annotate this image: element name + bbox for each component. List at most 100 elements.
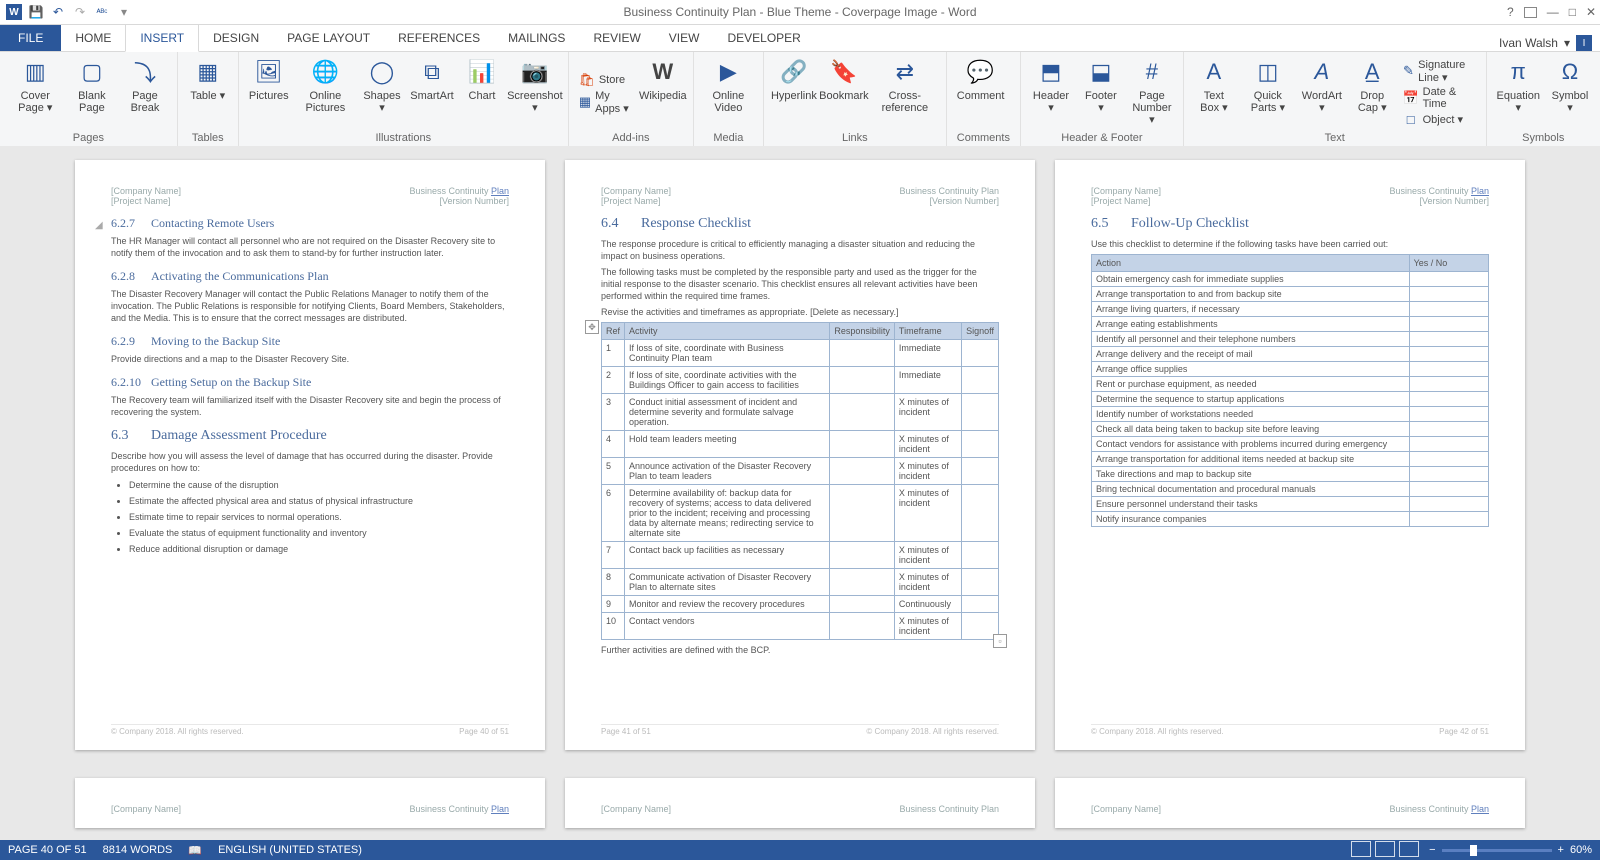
table-button[interactable]: ▦Table ▾	[188, 56, 228, 130]
page-41[interactable]: [Company Name][Project Name] Business Co…	[565, 160, 1035, 750]
page-number-button[interactable]: #Page Number ▾	[1131, 56, 1173, 130]
group-label: Add-ins	[579, 132, 683, 144]
table-resize-handle-icon[interactable]: ▫	[993, 634, 1007, 648]
zoom-out-icon[interactable]: −	[1429, 844, 1435, 856]
table-row: 5Announce activation of the Disaster Rec…	[602, 458, 999, 485]
signature-line-button[interactable]: ✎Signature Line ▾	[1403, 59, 1476, 84]
file-tab[interactable]: FILE	[0, 25, 61, 51]
online-video-button[interactable]: ▶Online Video	[704, 56, 753, 130]
date-time-button[interactable]: 📅Date & Time	[1403, 86, 1476, 110]
list-item: Evaluate the status of equipment functio…	[129, 526, 509, 540]
status-page[interactable]: PAGE 40 OF 51	[8, 844, 87, 856]
help-icon[interactable]: ?	[1507, 5, 1514, 19]
window-title: Business Continuity Plan - Blue Theme - …	[0, 5, 1600, 19]
zoom-thumb-icon[interactable]	[1470, 845, 1477, 856]
status-language[interactable]: ENGLISH (UNITED STATES)	[218, 844, 362, 856]
drop-cap-button[interactable]: A̲Drop Cap ▾	[1352, 56, 1393, 130]
table-row: Arrange transportation to and from backu…	[1092, 287, 1489, 302]
zoom-value[interactable]: 60%	[1570, 844, 1592, 856]
body-text: The HR Manager will contact all personne…	[111, 235, 509, 259]
tab-view[interactable]: VIEW	[655, 25, 714, 51]
status-words[interactable]: 8814 WORDS	[103, 844, 173, 856]
pictures-button[interactable]: 🖼Pictures	[249, 56, 289, 130]
tab-home[interactable]: HOME	[61, 25, 125, 51]
tab-page-layout[interactable]: PAGE LAYOUT	[273, 25, 384, 51]
list-item: Estimate the affected physical area and …	[129, 494, 509, 508]
collapse-caret-icon[interactable]: ◢	[95, 220, 103, 231]
minimize-icon[interactable]: —	[1547, 5, 1559, 19]
quick-parts-button[interactable]: ◫Quick Parts ▾	[1244, 56, 1292, 130]
online-pictures-icon: 🌐	[309, 56, 341, 88]
signature-icon: ✎	[1403, 63, 1415, 79]
view-mode-buttons[interactable]	[1347, 841, 1419, 860]
bookmark-icon: 🔖	[828, 56, 860, 88]
table-row: 2If loss of site, coordinate activities …	[602, 367, 999, 394]
wikipedia-button[interactable]: WWikipedia	[643, 56, 683, 130]
table-row: Check all data being taken to backup sit…	[1092, 422, 1489, 437]
object-button[interactable]: □Object ▾	[1403, 112, 1476, 128]
smartart-button[interactable]: ⧉SmartArt	[412, 56, 452, 130]
table-row: Identify number of workstations needed	[1092, 407, 1489, 422]
followup-checklist-table[interactable]: ActionYes / NoObtain emergency cash for …	[1091, 254, 1489, 527]
body-text: Provide directions and a map to the Disa…	[111, 353, 509, 365]
page-42[interactable]: [Company Name][Project Name] Business Co…	[1055, 160, 1525, 750]
maximize-icon[interactable]: □	[1569, 5, 1576, 19]
footer-button[interactable]: ⬓Footer ▾	[1081, 56, 1121, 130]
hyperlink-button[interactable]: 🔗Hyperlink	[774, 56, 814, 130]
chart-button[interactable]: 📊Chart	[462, 56, 502, 130]
table-move-handle-icon[interactable]: ✥	[585, 320, 599, 334]
zoom-track[interactable]	[1442, 849, 1552, 852]
group-label: Header & Footer	[1031, 132, 1173, 144]
tab-review[interactable]: REVIEW	[579, 25, 654, 51]
header-button[interactable]: ⬒Header ▾	[1031, 56, 1071, 130]
text-box-button[interactable]: AText Box ▾	[1194, 56, 1234, 130]
user-area[interactable]: Ivan Walsh ▾ I	[1499, 35, 1600, 51]
symbol-button[interactable]: ΩSymbol ▾	[1550, 56, 1590, 130]
my-apps-button[interactable]: ▦My Apps ▾	[579, 90, 633, 115]
wordart-button[interactable]: AWordArt ▾	[1302, 56, 1342, 130]
zoom-slider[interactable]: − + 60%	[1429, 844, 1592, 856]
page-44[interactable]: [Company Name] Business Continuity Plan	[565, 778, 1035, 828]
table-row: Arrange living quarters, if necessary	[1092, 302, 1489, 317]
chart-icon: 📊	[466, 56, 498, 88]
document-canvas[interactable]: ◢ [Company Name][Project Name] Business …	[0, 146, 1600, 840]
ribbon-group-pages: ▥Cover Page ▾ ▢Blank Page ⤵Page Break Pa…	[0, 52, 178, 146]
tab-design[interactable]: DESIGN	[199, 25, 273, 51]
page-footer: Page 41 of 51© Company 2018. All rights …	[601, 724, 999, 736]
smartart-icon: ⧉	[416, 56, 448, 88]
close-icon[interactable]: ✕	[1586, 5, 1596, 19]
blank-page-button[interactable]: ▢Blank Page	[71, 56, 114, 130]
tab-insert[interactable]: INSERT	[125, 24, 199, 52]
table-row: 8Communicate activation of Disaster Reco…	[602, 569, 999, 596]
comment-button[interactable]: 💬Comment	[957, 56, 1005, 130]
screenshot-button[interactable]: 📷Screenshot ▾	[512, 56, 558, 130]
page-break-button[interactable]: ⤵Page Break	[123, 56, 167, 130]
cross-reference-button[interactable]: ⇄Cross-reference	[874, 56, 936, 130]
page-header: [Company Name][Project Name] Business Co…	[1091, 186, 1489, 206]
equation-button[interactable]: πEquation ▾	[1497, 56, 1540, 130]
ribbon-options-icon[interactable]	[1524, 7, 1537, 18]
store-button[interactable]: 🛍Store	[579, 72, 633, 88]
tab-developer[interactable]: DEVELOPER	[713, 25, 814, 51]
page-40[interactable]: ◢ [Company Name][Project Name] Business …	[75, 160, 545, 750]
tab-mailings[interactable]: MAILINGS	[494, 25, 579, 51]
response-checklist-table[interactable]: RefActivityResponsibilityTimeframeSignof…	[601, 322, 999, 640]
body-text: The following tasks must be completed by…	[601, 266, 999, 302]
table-row: 4Hold team leaders meetingX minutes of i…	[602, 431, 999, 458]
ribbon-group-header-footer: ⬒Header ▾ ⬓Footer ▾ #Page Number ▾ Heade…	[1021, 52, 1184, 146]
cover-page-button[interactable]: ▥Cover Page ▾	[10, 56, 61, 130]
status-bar: PAGE 40 OF 51 8814 WORDS 📖 ENGLISH (UNIT…	[0, 840, 1600, 860]
screenshot-icon: 📷	[519, 56, 551, 88]
body-text: Use this checklist to determine if the f…	[1091, 238, 1489, 250]
zoom-in-icon[interactable]: +	[1558, 844, 1564, 856]
status-proofing-icon[interactable]: 📖	[188, 844, 202, 857]
page-43[interactable]: [Company Name] Business Continuity Plan	[75, 778, 545, 828]
group-label: Pages	[10, 132, 167, 144]
online-pictures-button[interactable]: 🌐Online Pictures	[299, 56, 352, 130]
tab-references[interactable]: REFERENCES	[384, 25, 494, 51]
page-45[interactable]: [Company Name] Business Continuity Plan	[1055, 778, 1525, 828]
shapes-button[interactable]: ◯Shapes ▾	[362, 56, 402, 130]
table-row: 9Monitor and review the recovery procedu…	[602, 596, 999, 613]
bookmark-button[interactable]: 🔖Bookmark	[824, 56, 864, 130]
bullet-list: Determine the cause of the disruptionEst…	[129, 478, 509, 556]
